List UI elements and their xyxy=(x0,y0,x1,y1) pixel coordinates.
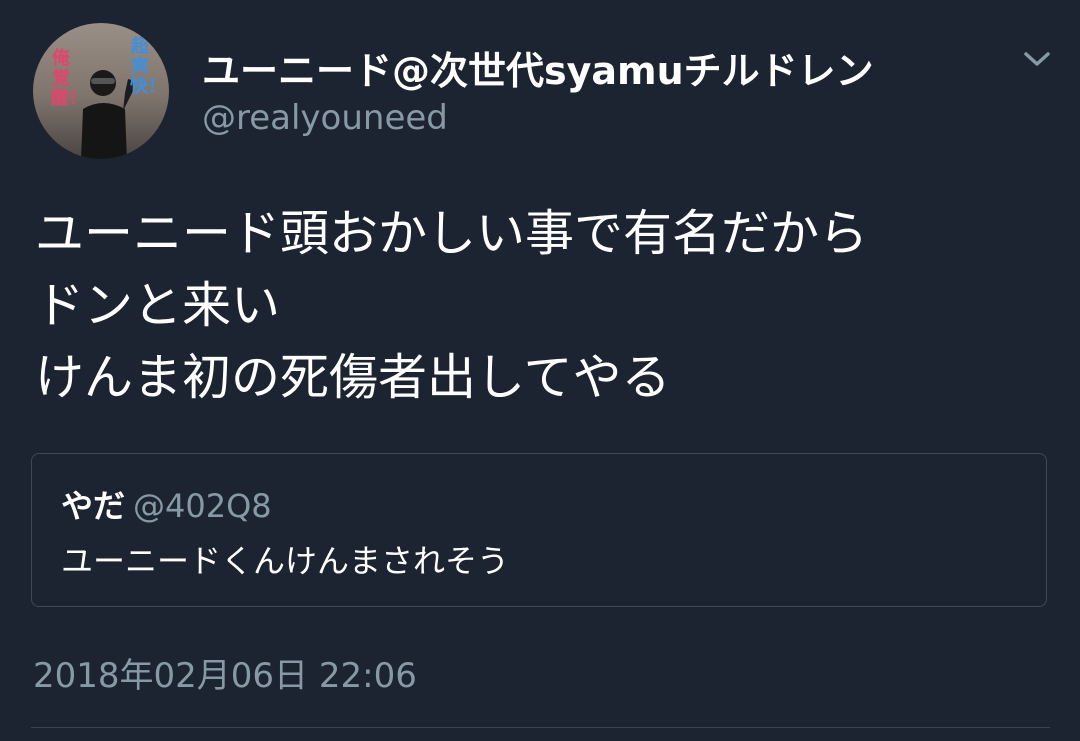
chevron-down-icon[interactable] xyxy=(1022,48,1052,70)
author-handle[interactable]: @realyouneed xyxy=(202,98,448,138)
avatar-caption-right: 超爽快！ xyxy=(130,36,166,97)
quoted-tweet-text: ユーニードくんけんまされそう xyxy=(61,542,510,580)
quoted-tweet-header: やだ @402Q8 xyxy=(61,481,272,527)
quoted-author-name: やだ xyxy=(61,487,126,525)
tweet-line: ユーニード頭おかしい事で有名だから xyxy=(35,205,869,262)
divider xyxy=(31,727,1050,728)
tweet-text: ユーニード頭おかしい事で有名だから ドンと来い けんま初の死傷者出してやる xyxy=(35,198,1055,414)
avatar[interactable]: 俺覚醒！ 超爽快！ xyxy=(33,23,169,159)
author-display-name[interactable]: ユーニード@次世代syamuチルドレン xyxy=(202,40,874,95)
quoted-tweet-card[interactable]: やだ @402Q8 ユーニードくんけんまされそう xyxy=(31,453,1047,607)
person-figure xyxy=(81,70,135,159)
quoted-author-handle: @402Q8 xyxy=(133,487,272,525)
tweet-line: ドンと来い xyxy=(35,277,281,334)
tweet-line: けんま初の死傷者出してやる xyxy=(35,349,671,406)
tweet-timestamp[interactable]: 2018年02月06日 22:06 xyxy=(33,648,417,697)
avatar-caption-left: 俺覚醒！ xyxy=(51,48,87,109)
